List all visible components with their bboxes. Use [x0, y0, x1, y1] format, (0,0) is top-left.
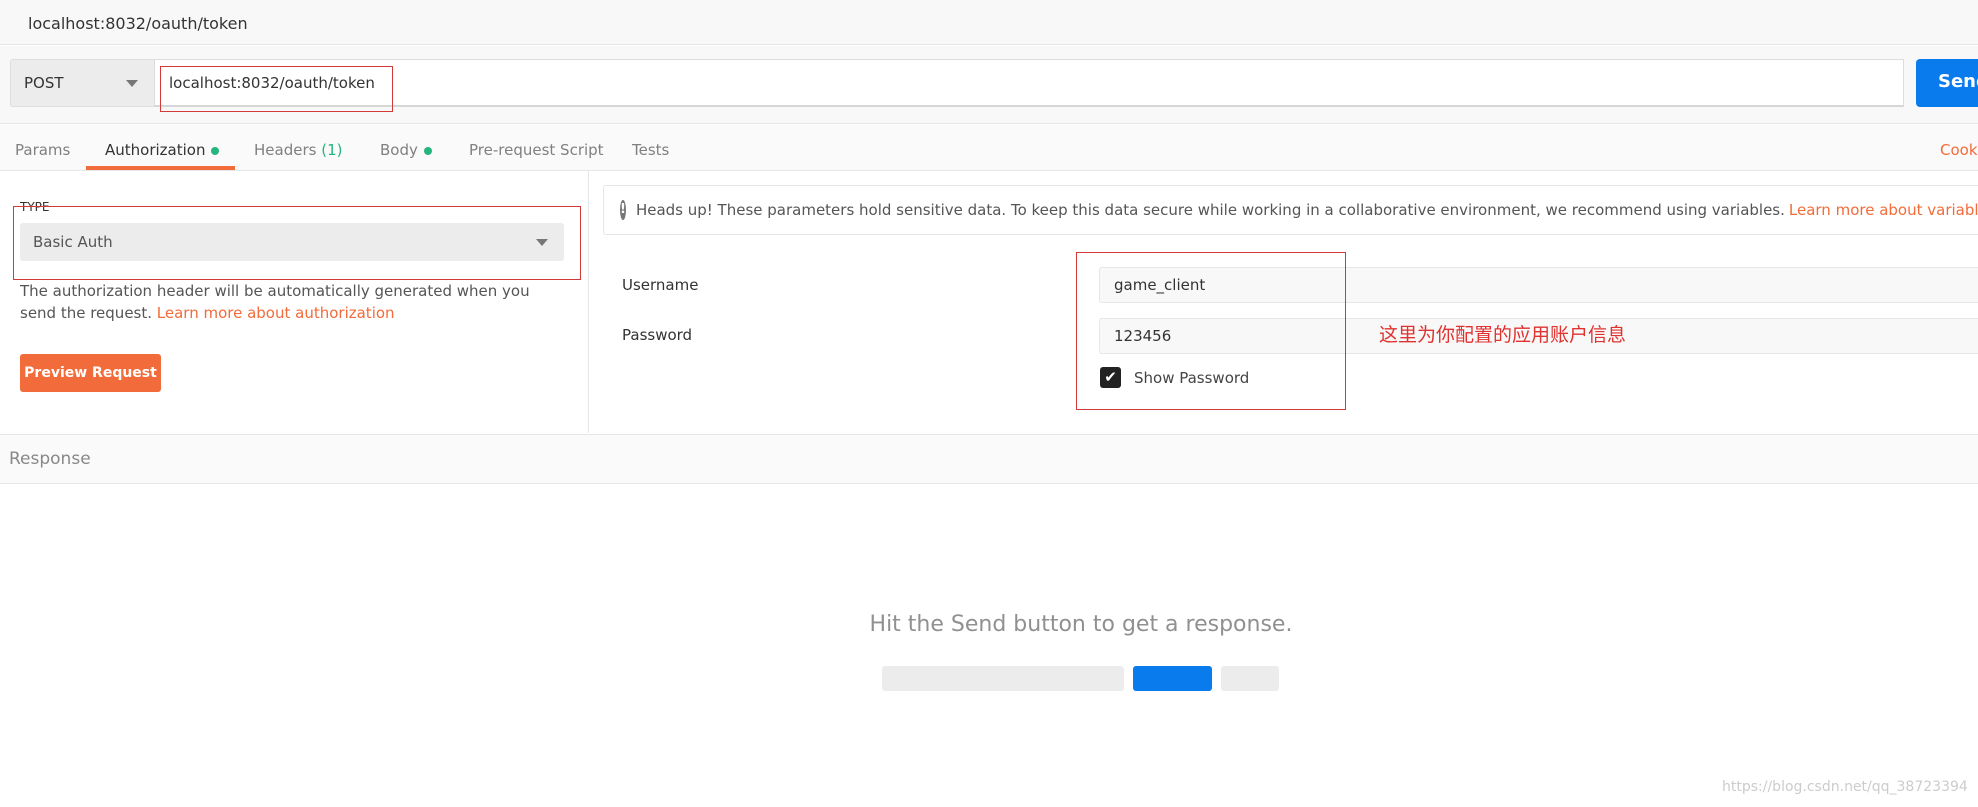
tab-authorization[interactable]: Authorization [105, 141, 220, 159]
title-bar: localhost:8032/oauth/token [0, 0, 1978, 45]
request-tabs: Params Authorization Headers (1) Body Pr… [0, 125, 1978, 171]
cookies-link[interactable]: Cooki [1940, 141, 1978, 159]
headers-count: (1) [321, 141, 343, 159]
alert-text: Heads up! These parameters hold sensitiv… [635, 201, 1785, 219]
password-label: Password [622, 326, 693, 344]
response-header: Response [0, 434, 1978, 484]
response-title: Response [9, 449, 91, 469]
caret-down-icon [126, 80, 138, 87]
learn-more-variables-link[interactable]: Learn more about variables [1789, 201, 1978, 219]
preview-request-button[interactable]: Preview Request [20, 354, 161, 392]
tab-body[interactable]: Body [380, 141, 432, 159]
username-label: Username [622, 276, 699, 294]
placeholder-bar [1133, 666, 1212, 691]
url-input[interactable] [154, 59, 1904, 107]
method-select[interactable]: POST [10, 59, 154, 107]
tab-label: Authorization [105, 141, 206, 159]
sensitive-data-alert: ! Heads up! These parameters hold sensiti… [603, 185, 1978, 235]
request-title: localhost:8032/oauth/token [28, 14, 248, 33]
send-button[interactable]: Send [1916, 59, 1978, 107]
tab-label: Body [380, 141, 418, 159]
tab-params[interactable]: Params [15, 141, 70, 159]
watermark: https://blog.csdn.net/qq_38723394 [1722, 779, 1968, 795]
auth-description: The authorization header will be automat… [20, 280, 570, 324]
active-tab-indicator [86, 166, 235, 170]
method-value: POST [24, 74, 64, 92]
tab-tests[interactable]: Tests [632, 141, 669, 159]
exclamation-icon: ! [620, 200, 626, 220]
annotation-box [160, 66, 393, 112]
tab-pre-request-script[interactable]: Pre-request Script [469, 141, 604, 159]
placeholder-bar [882, 666, 1124, 691]
empty-response-message: Hit the Send button to get a response. [869, 612, 1293, 637]
annotation-box [1076, 252, 1346, 410]
placeholder-bar [1221, 666, 1279, 691]
tab-headers[interactable]: Headers (1) [254, 141, 342, 159]
annotation-box [13, 206, 581, 280]
annotation-note: 这里为你配置的应用账户信息 [1379, 324, 1627, 346]
learn-more-authorization-link[interactable]: Learn more about authorization [157, 304, 395, 322]
status-dot-icon [423, 146, 432, 155]
tab-label: Headers [254, 141, 317, 159]
status-dot-icon [211, 146, 220, 155]
